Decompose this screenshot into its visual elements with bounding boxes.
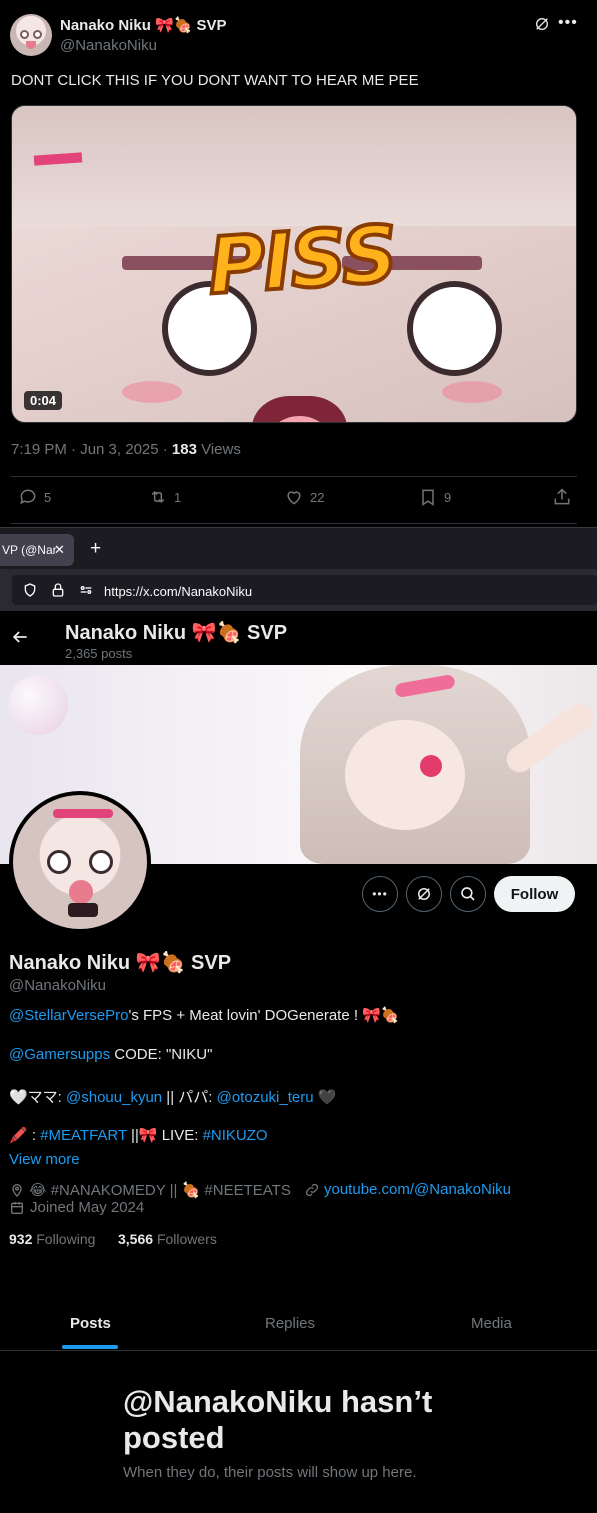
reply-count: 5 bbox=[44, 489, 52, 505]
link-icon bbox=[305, 1183, 319, 1196]
tweet-author-name[interactable]: Nanako Niku 🎀🍖 SVP bbox=[60, 16, 227, 34]
bio-hashtag-link[interactable]: #MEATFART bbox=[40, 1127, 127, 1144]
bookmark-icon bbox=[422, 489, 434, 506]
back-arrow-icon[interactable] bbox=[10, 627, 30, 647]
profile-page: Nanako Niku 🎀🍖 SVP 2,365 posts ••• Follo… bbox=[0, 611, 597, 1513]
bio-text: 🖤 bbox=[313, 1089, 337, 1106]
divider bbox=[11, 476, 577, 477]
location-pin-icon bbox=[12, 1184, 22, 1197]
bio-hashtag-link[interactable]: #NIKUZO bbox=[203, 1127, 268, 1144]
followers-link[interactable]: 3,566 Followers bbox=[118, 1231, 217, 1247]
profile-website[interactable]: youtube.com/@NanakoNiku bbox=[304, 1181, 511, 1198]
permissions-icon[interactable] bbox=[78, 582, 94, 598]
profile-header-name: Nanako Niku 🎀🍖 SVP bbox=[65, 622, 288, 644]
grok-icon bbox=[418, 888, 430, 900]
lock-icon[interactable] bbox=[50, 582, 66, 598]
bio-text: 🖍️ : bbox=[9, 1127, 41, 1144]
bio-line: @Gamersupps CODE: "NIKU" bbox=[9, 1046, 212, 1063]
bio-text: 's FPS + Meat lovin' DOGenerate ! 🎀🍖 bbox=[128, 1007, 400, 1024]
close-tab-icon[interactable]: ✕ bbox=[54, 542, 65, 558]
divider bbox=[0, 1350, 597, 1351]
url-protocol: https:// bbox=[104, 584, 144, 599]
more-options-icon[interactable]: ••• bbox=[558, 14, 578, 32]
profile-location: 😂 #NANAKOMEDY || 🍖 #NEETEATS bbox=[9, 1181, 291, 1199]
tweet-author-handle[interactable]: @NanakoNiku bbox=[60, 37, 157, 54]
views-count: 183 bbox=[171, 441, 197, 458]
bio-line: 🤍ママ: @shouu_kyun || パパ: @otozuki_teru 🖤 bbox=[9, 1086, 336, 1107]
following-count: 932 bbox=[9, 1231, 33, 1247]
profile-joined: Joined May 2024 bbox=[9, 1199, 144, 1216]
tweet-timestamp[interactable]: 7:19 PM · Jun 3, 2025 · 183 Views bbox=[11, 441, 241, 458]
repost-icon bbox=[151, 490, 165, 504]
views-label: Views bbox=[196, 441, 241, 458]
url-host: x.com/NanakoNiku bbox=[143, 584, 253, 599]
bookmark-count: 9 bbox=[444, 489, 452, 505]
reply-icon bbox=[20, 489, 36, 505]
browser-navbar: https://x.com/NanakoNiku bbox=[0, 569, 597, 611]
profile-handle: @NanakoNiku bbox=[9, 977, 106, 994]
posts-count: 2,365 posts bbox=[65, 646, 133, 661]
bio-mention-link[interactable]: @StellarVersePro bbox=[9, 1007, 128, 1024]
tweet-author-avatar[interactable] bbox=[10, 14, 52, 56]
followers-label: Followers bbox=[156, 1231, 217, 1247]
tab-posts[interactable]: Posts bbox=[70, 1315, 111, 1332]
search-button[interactable] bbox=[450, 876, 486, 912]
calendar-icon bbox=[11, 1201, 23, 1214]
profile-avatar[interactable] bbox=[9, 791, 151, 933]
tweet-text: DONT CLICK THIS IF YOU DONT WANT TO HEAR… bbox=[11, 72, 419, 89]
grok-button[interactable] bbox=[406, 876, 442, 912]
url-text[interactable]: https://x.com/NanakoNiku bbox=[104, 584, 252, 599]
profile-display-name: Nanako Niku 🎀🍖 SVP bbox=[9, 952, 232, 974]
view-more-link[interactable]: View more bbox=[9, 1151, 80, 1168]
bio-text: ||🎀 LIVE: bbox=[126, 1127, 203, 1144]
bookmark-button[interactable]: 9 bbox=[418, 487, 451, 507]
grok-icon[interactable] bbox=[534, 16, 550, 32]
more-icon: ••• bbox=[372, 887, 388, 901]
empty-state-subtitle: When they do, their posts will show up h… bbox=[123, 1464, 417, 1481]
repost-count: 1 bbox=[174, 489, 182, 505]
reply-button[interactable]: 5 bbox=[18, 487, 51, 507]
follow-button[interactable]: Follow bbox=[494, 876, 575, 912]
following-link[interactable]: 932 Following bbox=[9, 1231, 95, 1247]
bio-line: @StellarVersePro's FPS + Meat lovin' DOG… bbox=[9, 1006, 400, 1024]
heart-icon bbox=[287, 491, 301, 505]
tweet-date[interactable]: 7:19 PM · Jun 3, 2025 · bbox=[11, 441, 172, 458]
tweet-card: Nanako Niku 🎀🍖 SVP @NanakoNiku ••• DONT … bbox=[0, 0, 597, 527]
divider bbox=[11, 523, 577, 524]
video-overlay-text: PISS bbox=[203, 208, 401, 315]
url-bar[interactable] bbox=[12, 575, 597, 605]
like-button[interactable]: 22 bbox=[284, 487, 324, 507]
following-label: Following bbox=[36, 1231, 96, 1247]
bio-mention-link[interactable]: @otozuki_teru bbox=[217, 1089, 314, 1106]
location-text: 😂 #NANAKOMEDY || 🍖 #NEETEATS bbox=[29, 1182, 291, 1199]
new-tab-icon[interactable]: + bbox=[90, 538, 101, 560]
share-icon bbox=[554, 488, 570, 505]
video-duration-badge: 0:04 bbox=[24, 391, 63, 410]
share-button[interactable] bbox=[552, 487, 572, 507]
active-tab-indicator bbox=[62, 1345, 118, 1349]
followers-count: 3,566 bbox=[118, 1231, 154, 1247]
browser-tab-title: VP (@Nar bbox=[2, 543, 57, 557]
tab-media[interactable]: Media bbox=[471, 1315, 512, 1332]
bio-line: 🖍️ : #MEATFART ||🎀 LIVE: #NIKUZO bbox=[9, 1126, 268, 1144]
bio-mention-link[interactable]: @Gamersupps bbox=[9, 1046, 110, 1063]
joined-text: Joined May 2024 bbox=[30, 1199, 145, 1216]
bio-text: || パパ: bbox=[162, 1089, 217, 1106]
bio-text: 🤍ママ: bbox=[9, 1089, 67, 1106]
more-options-button[interactable]: ••• bbox=[362, 876, 398, 912]
website-link[interactable]: youtube.com/@NanakoNiku bbox=[324, 1181, 511, 1198]
bio-text: CODE: "NIKU" bbox=[110, 1046, 213, 1063]
like-count: 22 bbox=[310, 489, 325, 505]
tab-replies[interactable]: Replies bbox=[265, 1315, 315, 1332]
empty-state-title: @NanakoNiku hasn’t posted bbox=[123, 1384, 433, 1455]
repost-button[interactable]: 1 bbox=[148, 487, 181, 507]
tweet-video[interactable]: PISS 0:04 bbox=[11, 105, 577, 423]
shield-icon[interactable] bbox=[22, 582, 38, 598]
search-icon bbox=[461, 887, 475, 901]
browser-tab-strip: VP (@Nar ✕ + bbox=[0, 527, 597, 569]
bio-mention-link[interactable]: @shouu_kyun bbox=[66, 1089, 162, 1106]
